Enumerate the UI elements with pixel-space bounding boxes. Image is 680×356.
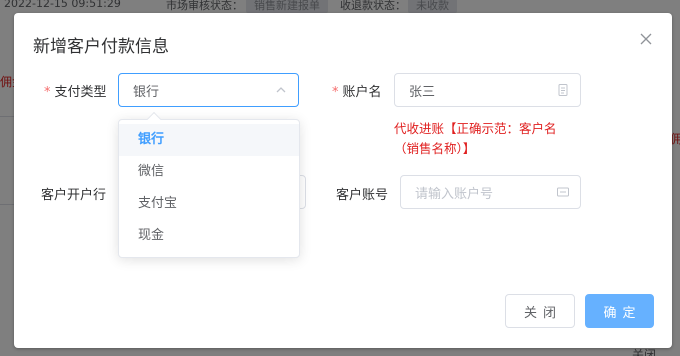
payment-type-dropdown: 银行 微信 支付宝 现金 <box>118 111 300 258</box>
close-button[interactable]: 关闭 <box>505 294 575 328</box>
dialog-title: 新增客户付款信息 <box>33 37 169 57</box>
card-icon <box>556 185 570 199</box>
option-alipay[interactable]: 支付宝 <box>119 188 299 220</box>
account-name-label: * 账户名 <box>332 81 382 100</box>
account-number-label: 客户账号 <box>336 188 389 203</box>
account-name-hint: 代收进账【正确示范：客户名（销售名称）】 <box>394 121 557 156</box>
required-mark: * <box>332 85 339 100</box>
payment-type-label: * 支付类型 <box>44 81 107 100</box>
required-mark: * <box>44 85 51 100</box>
close-icon[interactable] <box>638 31 654 47</box>
account-name-label-text: 账户名 <box>342 85 382 100</box>
bank-label: 客户开户行 <box>41 188 107 203</box>
option-wechat[interactable]: 微信 <box>119 156 299 188</box>
account-name-value: 张三 <box>409 84 436 100</box>
option-cash[interactable]: 现金 <box>119 220 299 252</box>
payment-type-value: 银行 <box>133 84 160 100</box>
add-payment-dialog: 新增客户付款信息 * 支付类型 银行 * 账户名 张三 代收进账【正确示范：客户名（… <box>14 13 672 348</box>
chevron-up-icon <box>274 83 288 97</box>
account-number-placeholder: 请输入账户号 <box>415 186 494 202</box>
option-bank[interactable]: 银行 <box>119 124 299 156</box>
payment-type-label-text: 支付类型 <box>54 85 107 100</box>
document-icon <box>556 83 570 97</box>
payment-type-select[interactable]: 银行 <box>118 73 299 107</box>
account-number-input[interactable]: 请输入账户号 <box>400 175 581 209</box>
account-name-input[interactable]: 张三 <box>394 73 581 107</box>
confirm-button[interactable]: 确定 <box>585 294 654 328</box>
